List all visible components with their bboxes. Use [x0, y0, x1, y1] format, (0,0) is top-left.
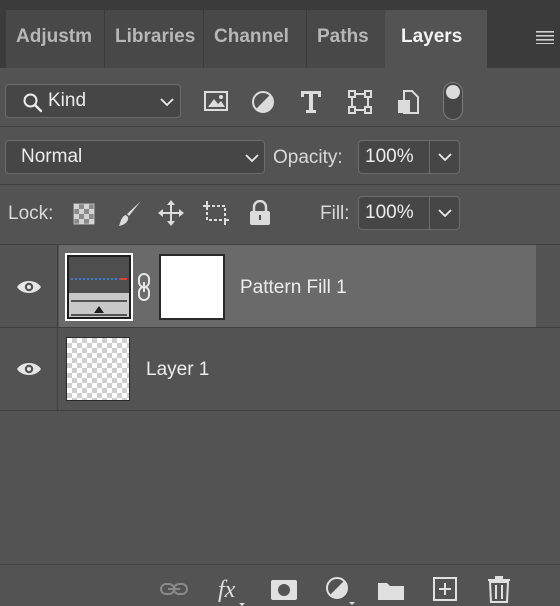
new-group-icon[interactable] [377, 579, 405, 601]
tab-label: Layers [401, 26, 463, 47]
mask-link-icon[interactable] [137, 273, 151, 301]
panel-tab-bar: Adjustm Libraries Channel Paths Layers [0, 0, 560, 68]
filter-kind-label: Kind [48, 90, 87, 111]
lock-position-icon[interactable] [158, 200, 184, 226]
fx-icon[interactable]: fx [216, 573, 248, 606]
tab-label: Channel [214, 26, 289, 47]
chevron-down-icon [438, 209, 452, 218]
panel-menu-icon[interactable] [536, 30, 554, 44]
filter-kind-dropdown[interactable]: Kind [5, 84, 181, 118]
opacity-slider-button[interactable] [429, 141, 459, 173]
tab-channels[interactable]: Channel [204, 10, 306, 68]
opacity-label: Opacity: [273, 147, 343, 168]
tab-label: Adjustm [16, 26, 92, 47]
divider [0, 126, 560, 127]
chevron-down-icon [160, 98, 174, 107]
layer-content[interactable]: Pattern Fill 1 [59, 245, 536, 327]
add-mask-icon[interactable] [270, 579, 298, 601]
layer-mask-thumbnail[interactable] [159, 254, 225, 320]
chevron-down-icon [438, 153, 452, 162]
image-filter-icon[interactable] [204, 91, 228, 111]
tab-adjustments[interactable]: Adjustm [6, 10, 104, 68]
layer-row-layer-1[interactable]: Layer 1 [0, 328, 560, 410]
lock-transparent-pixels-icon[interactable] [73, 203, 95, 225]
eye-icon [17, 281, 41, 293]
delete-layer-icon[interactable] [487, 575, 511, 603]
opacity-value: 100% [365, 146, 414, 167]
layer-thumbnail[interactable] [65, 253, 133, 321]
tab-layers[interactable]: Layers [385, 10, 487, 68]
lock-artboard-icon[interactable] [202, 200, 230, 226]
layer-thumbnail[interactable] [66, 337, 130, 401]
opacity-field[interactable]: 100% [358, 140, 460, 174]
new-layer-icon[interactable] [433, 577, 457, 601]
chevron-down-icon [245, 154, 259, 163]
filter-toggle-icon[interactable] [443, 82, 463, 120]
visibility-toggle[interactable] [0, 245, 58, 327]
blend-mode-dropdown[interactable]: Normal [5, 140, 265, 174]
fill-value: 100% [365, 202, 414, 223]
layer-row-pattern-fill-1[interactable]: Pattern Fill 1 [0, 245, 560, 327]
tab-paths[interactable]: Paths [307, 10, 385, 68]
layers-bottom-bar: fx [0, 564, 560, 606]
lock-all-icon[interactable] [249, 200, 271, 226]
type-filter-icon[interactable] [300, 90, 322, 114]
search-icon [23, 93, 43, 113]
pattern-thumbnail-image [67, 255, 131, 319]
lock-label: Lock: [8, 203, 54, 224]
eye-icon [17, 363, 41, 375]
layer-name[interactable]: Pattern Fill 1 [240, 277, 347, 299]
tab-label: Paths [317, 26, 369, 47]
fill-field[interactable]: 100% [358, 196, 460, 230]
fill-label: Fill: [320, 203, 350, 224]
blend-mode-value: Normal [21, 146, 83, 167]
lock-image-pixels-icon[interactable] [117, 200, 143, 228]
layer-name[interactable]: Layer 1 [146, 359, 209, 381]
svg-text:fx: fx [218, 577, 236, 603]
new-adjustment-layer-icon[interactable] [325, 576, 357, 606]
layer-content[interactable]: Layer 1 [59, 328, 536, 410]
tab-label: Libraries [115, 26, 196, 47]
fill-slider-button[interactable] [429, 197, 459, 229]
divider [0, 410, 560, 411]
smart-object-filter-icon[interactable] [397, 90, 419, 114]
tab-libraries[interactable]: Libraries [105, 10, 203, 68]
shape-filter-icon[interactable] [348, 90, 372, 114]
visibility-toggle[interactable] [0, 328, 58, 410]
divider [0, 184, 560, 185]
adjustment-filter-icon[interactable] [251, 90, 275, 114]
link-layers-icon[interactable] [160, 582, 188, 596]
